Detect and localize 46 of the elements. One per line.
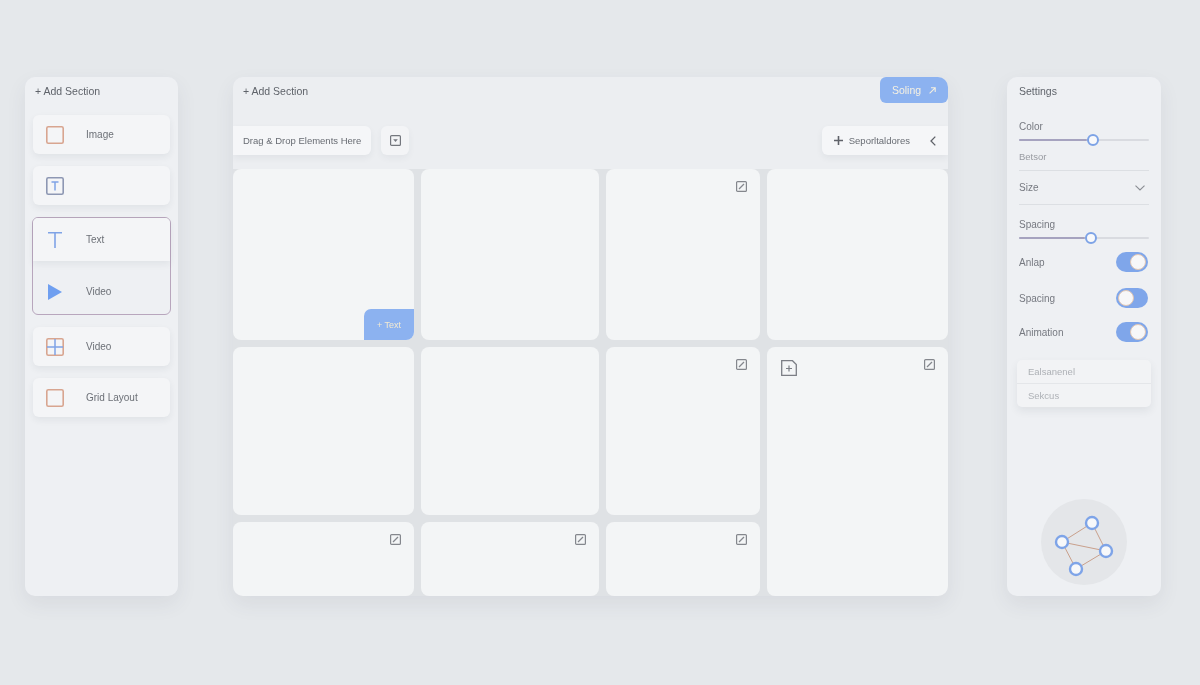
edit-icon[interactable] (924, 359, 935, 370)
sidebar-item[interactable]: Video (33, 327, 170, 366)
panel-title: Settings (1019, 84, 1058, 98)
setting-label: Spacing (1019, 291, 1056, 305)
sidebar-item[interactable]: Grid Layout (33, 378, 170, 417)
sidebar-item[interactable]: Video (33, 269, 170, 314)
edit-icon[interactable] (390, 534, 401, 545)
slider-track[interactable] (1019, 231, 1149, 245)
setting-label: Spacing (1019, 218, 1057, 231)
sidebar-item[interactable]: Image (33, 115, 170, 154)
sidebar-item[interactable] (33, 166, 170, 205)
add-chip-button[interactable]: Seporltaldores (821, 126, 948, 155)
dropdown-button[interactable] (381, 126, 410, 155)
grid-icon (46, 337, 64, 356)
edit-icon[interactable] (736, 181, 747, 192)
setting-label: Anlap (1019, 255, 1045, 269)
setting-label: Color (1019, 120, 1044, 133)
drop-zone-hint: Drag & Drop Elements Here (233, 126, 372, 155)
edit-icon[interactable] (736, 359, 747, 370)
setting-label: Animation (1019, 325, 1064, 339)
play-icon (48, 283, 62, 300)
edit-icon[interactable] (736, 534, 747, 545)
slider-track[interactable] (1019, 133, 1149, 147)
slider-thumb[interactable] (1084, 232, 1097, 244)
toggle-switch[interactable] (1116, 322, 1148, 342)
toggle-switch[interactable] (1116, 288, 1148, 308)
slider-thumb[interactable] (1087, 134, 1100, 146)
caret-box-icon (389, 135, 401, 146)
slider-caption: Betsor (1019, 150, 1048, 163)
letter-t-icon (48, 231, 62, 248)
network-icon (1041, 499, 1127, 585)
file-plus-icon (781, 360, 797, 376)
sidebar-group[interactable]: Text Video (32, 217, 171, 315)
sidebar-item[interactable]: Text (33, 218, 170, 261)
toggle-switch[interactable] (1116, 252, 1148, 272)
size-dropdown[interactable]: Size (1019, 171, 1149, 205)
chevron-left-icon (930, 135, 936, 146)
square-icon (46, 125, 64, 144)
add-section-link[interactable]: + Add Section (33, 84, 101, 98)
chevron-down-icon (1135, 184, 1145, 191)
edit-icon[interactable] (575, 534, 586, 545)
square-icon (46, 388, 64, 407)
arrow-icon (929, 86, 937, 94)
plus-icon (833, 136, 843, 145)
add-section-link[interactable]: + Add Section (243, 84, 309, 98)
text-box-icon (46, 176, 64, 195)
